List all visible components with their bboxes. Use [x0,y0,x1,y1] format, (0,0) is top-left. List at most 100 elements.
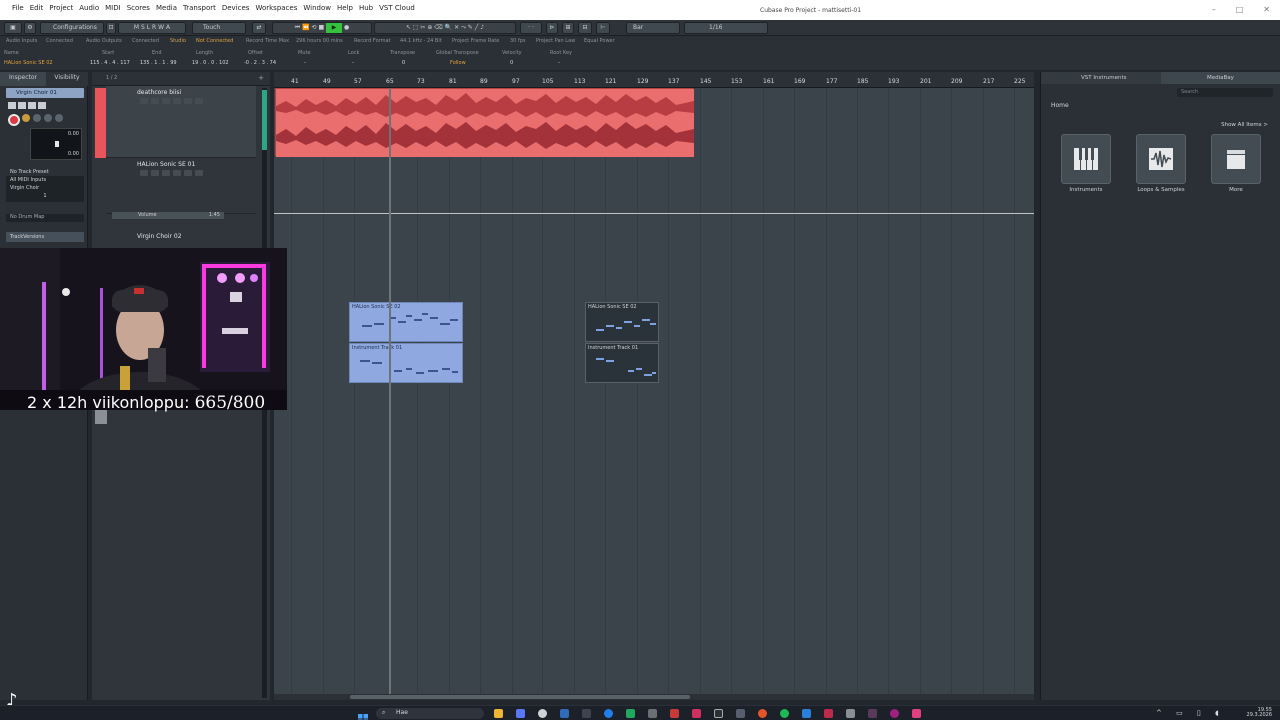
xbox-icon[interactable] [626,709,635,718]
midi-input-select[interactable]: All MIDI Inputs [6,176,84,184]
cycle-icon[interactable]: ⟲ [312,24,317,31]
app-icon-9[interactable] [824,709,833,718]
menu-midi[interactable]: MIDI [105,4,121,12]
edge-icon[interactable] [604,709,613,718]
record-enable-button[interactable] [8,114,20,126]
info-value-end[interactable]: 135 . 1 . 1 . 99 [140,60,177,66]
write-button[interactable] [173,170,181,176]
maximize-icon[interactable]: □ [1236,5,1244,14]
add-track-icon[interactable]: + [258,74,264,82]
app-icon-11[interactable] [868,709,877,718]
drum-map-select[interactable]: No Drum Map [6,214,84,222]
edit-button[interactable] [184,170,192,176]
menu-media[interactable]: Media [156,4,177,12]
timeline-ruler[interactable]: 41 49 57 65 73 81 89 97 105 113 121 129 … [274,72,1034,88]
file-explorer-icon[interactable] [494,709,503,718]
tab-inspector[interactable]: Inspector [0,72,46,86]
solo-button[interactable] [151,170,159,176]
app-icon-12[interactable] [890,709,899,718]
record-icon[interactable]: ● [344,24,349,31]
window-layout-icon[interactable]: ▣ [4,22,22,34]
grid-type-icon[interactable]: ⊟ [578,22,592,34]
play-tool-icon[interactable]: ♪ [480,24,484,31]
inspector-mute-button[interactable] [8,102,16,109]
info-value-mute[interactable]: - [304,60,306,66]
app-icon-7[interactable] [758,709,767,718]
setup-icon[interactable]: ⚙ [24,22,36,34]
edit-instrument-button[interactable] [55,114,63,122]
automation-line[interactable] [274,213,1034,214]
automation-lane[interactable]: Volume 1.45 [112,212,224,219]
taskbar-search[interactable]: ⌕ Hae [376,708,484,719]
info-value-name[interactable]: HALion Sonic SE 02 [4,60,53,66]
mute-button[interactable] [140,170,148,176]
quantize-select[interactable]: 1/16 [684,22,768,34]
scrollbar-thumb[interactable] [262,90,267,150]
menu-hub[interactable]: Hub [359,4,373,12]
mediabay-home[interactable]: Home [1051,102,1069,109]
a-button[interactable]: A [166,24,170,31]
stop-icon[interactable]: ■ [318,24,324,31]
inspector-track-name[interactable]: Virgin Choir 01 [6,88,84,98]
link-icon[interactable]: ⇄ [252,22,266,34]
line-icon[interactable]: ╱ [475,24,479,31]
monitor-button[interactable] [195,98,203,104]
track-versions-section[interactable]: TrackVersions [6,232,84,242]
object-select-icon[interactable]: ↖ [406,24,411,31]
track-deathcore[interactable]: deathcore biisi [106,86,256,158]
mediabay-search-input[interactable]: Search [1177,88,1273,97]
grid-select[interactable]: Bar [626,22,680,34]
instruments-card[interactable]: Instruments [1061,134,1111,193]
info-value-root-key[interactable]: - [558,60,560,66]
spotify-icon[interactable] [780,709,789,718]
glue-icon[interactable]: ⊕ [427,24,432,31]
mute-button[interactable]: M [134,24,139,31]
configurations-button[interactable]: Configurations [40,22,104,34]
tab-visibility[interactable]: Visibility [46,72,88,86]
audio-event[interactable] [275,88,694,157]
monitor-button[interactable] [22,114,30,122]
erase-icon[interactable]: ⌫ [434,24,442,31]
app-icon-4[interactable] [692,709,701,718]
inspector-solo-button[interactable] [18,102,26,109]
info-value-offset[interactable]: -0 . 2 . 3 . 74 [244,60,276,66]
menu-devices[interactable]: Devices [222,4,250,12]
automation-value[interactable]: 1.45 [209,212,220,218]
app-icon-10[interactable] [846,709,855,718]
project-cursor[interactable] [389,88,391,694]
track-name[interactable]: Virgin Choir 02 [137,233,182,240]
freeze-button[interactable] [33,114,41,122]
track-preset-select[interactable]: No Track Preset [6,168,84,176]
menu-workspaces[interactable]: Workspaces [255,4,297,12]
menu-project[interactable]: Project [49,4,73,12]
midi-output-select[interactable]: Virgin Choir [6,184,84,192]
volume-readout[interactable]: 0.00 [68,131,79,137]
event-display[interactable]: HALion Sonic SE 02 Instrument Track 01 H… [274,88,1034,694]
windows-start-icon[interactable] [358,709,368,720]
info-value-global-transpose[interactable]: Follow [450,60,466,66]
timewarp-icon[interactable]: ⤳ [461,24,466,31]
snap-icon[interactable]: ⊞ [562,22,574,34]
info-value-start[interactable]: 115 . 4 . 4 . 117 [90,60,130,66]
steam-icon[interactable] [560,709,569,718]
lock-button[interactable] [44,114,52,122]
autoscroll-icon[interactable]: ⊳ [546,22,558,34]
split-icon[interactable]: ✂ [420,24,425,31]
info-value-velocity[interactable]: 0 [510,60,513,66]
inspector-read-button[interactable] [28,102,36,109]
mute-button[interactable] [140,98,148,104]
range-icon[interactable]: ⬚ [413,24,419,31]
system-tray-icons[interactable]: ^ ▭ ▯ ◖ [1156,709,1225,717]
menu-vst-cloud[interactable]: VST Cloud [379,4,415,12]
constrain-icon[interactable]: ⊡ [106,22,116,34]
more-card[interactable]: More [1211,134,1261,193]
horizontal-scrollbar[interactable] [274,694,1034,700]
info-value-length[interactable]: 19 . 0 . 0 . 102 [192,60,229,66]
draw-icon[interactable]: ✎ [468,24,473,31]
midi-part-2[interactable]: Instrument Track 01 [349,343,463,383]
app-icon-8[interactable] [802,709,811,718]
menu-audio[interactable]: Audio [79,4,99,12]
app-icon-3[interactable] [670,709,679,718]
nudge-icon[interactable]: · · [520,22,542,34]
menu-scores[interactable]: Scores [127,4,150,12]
